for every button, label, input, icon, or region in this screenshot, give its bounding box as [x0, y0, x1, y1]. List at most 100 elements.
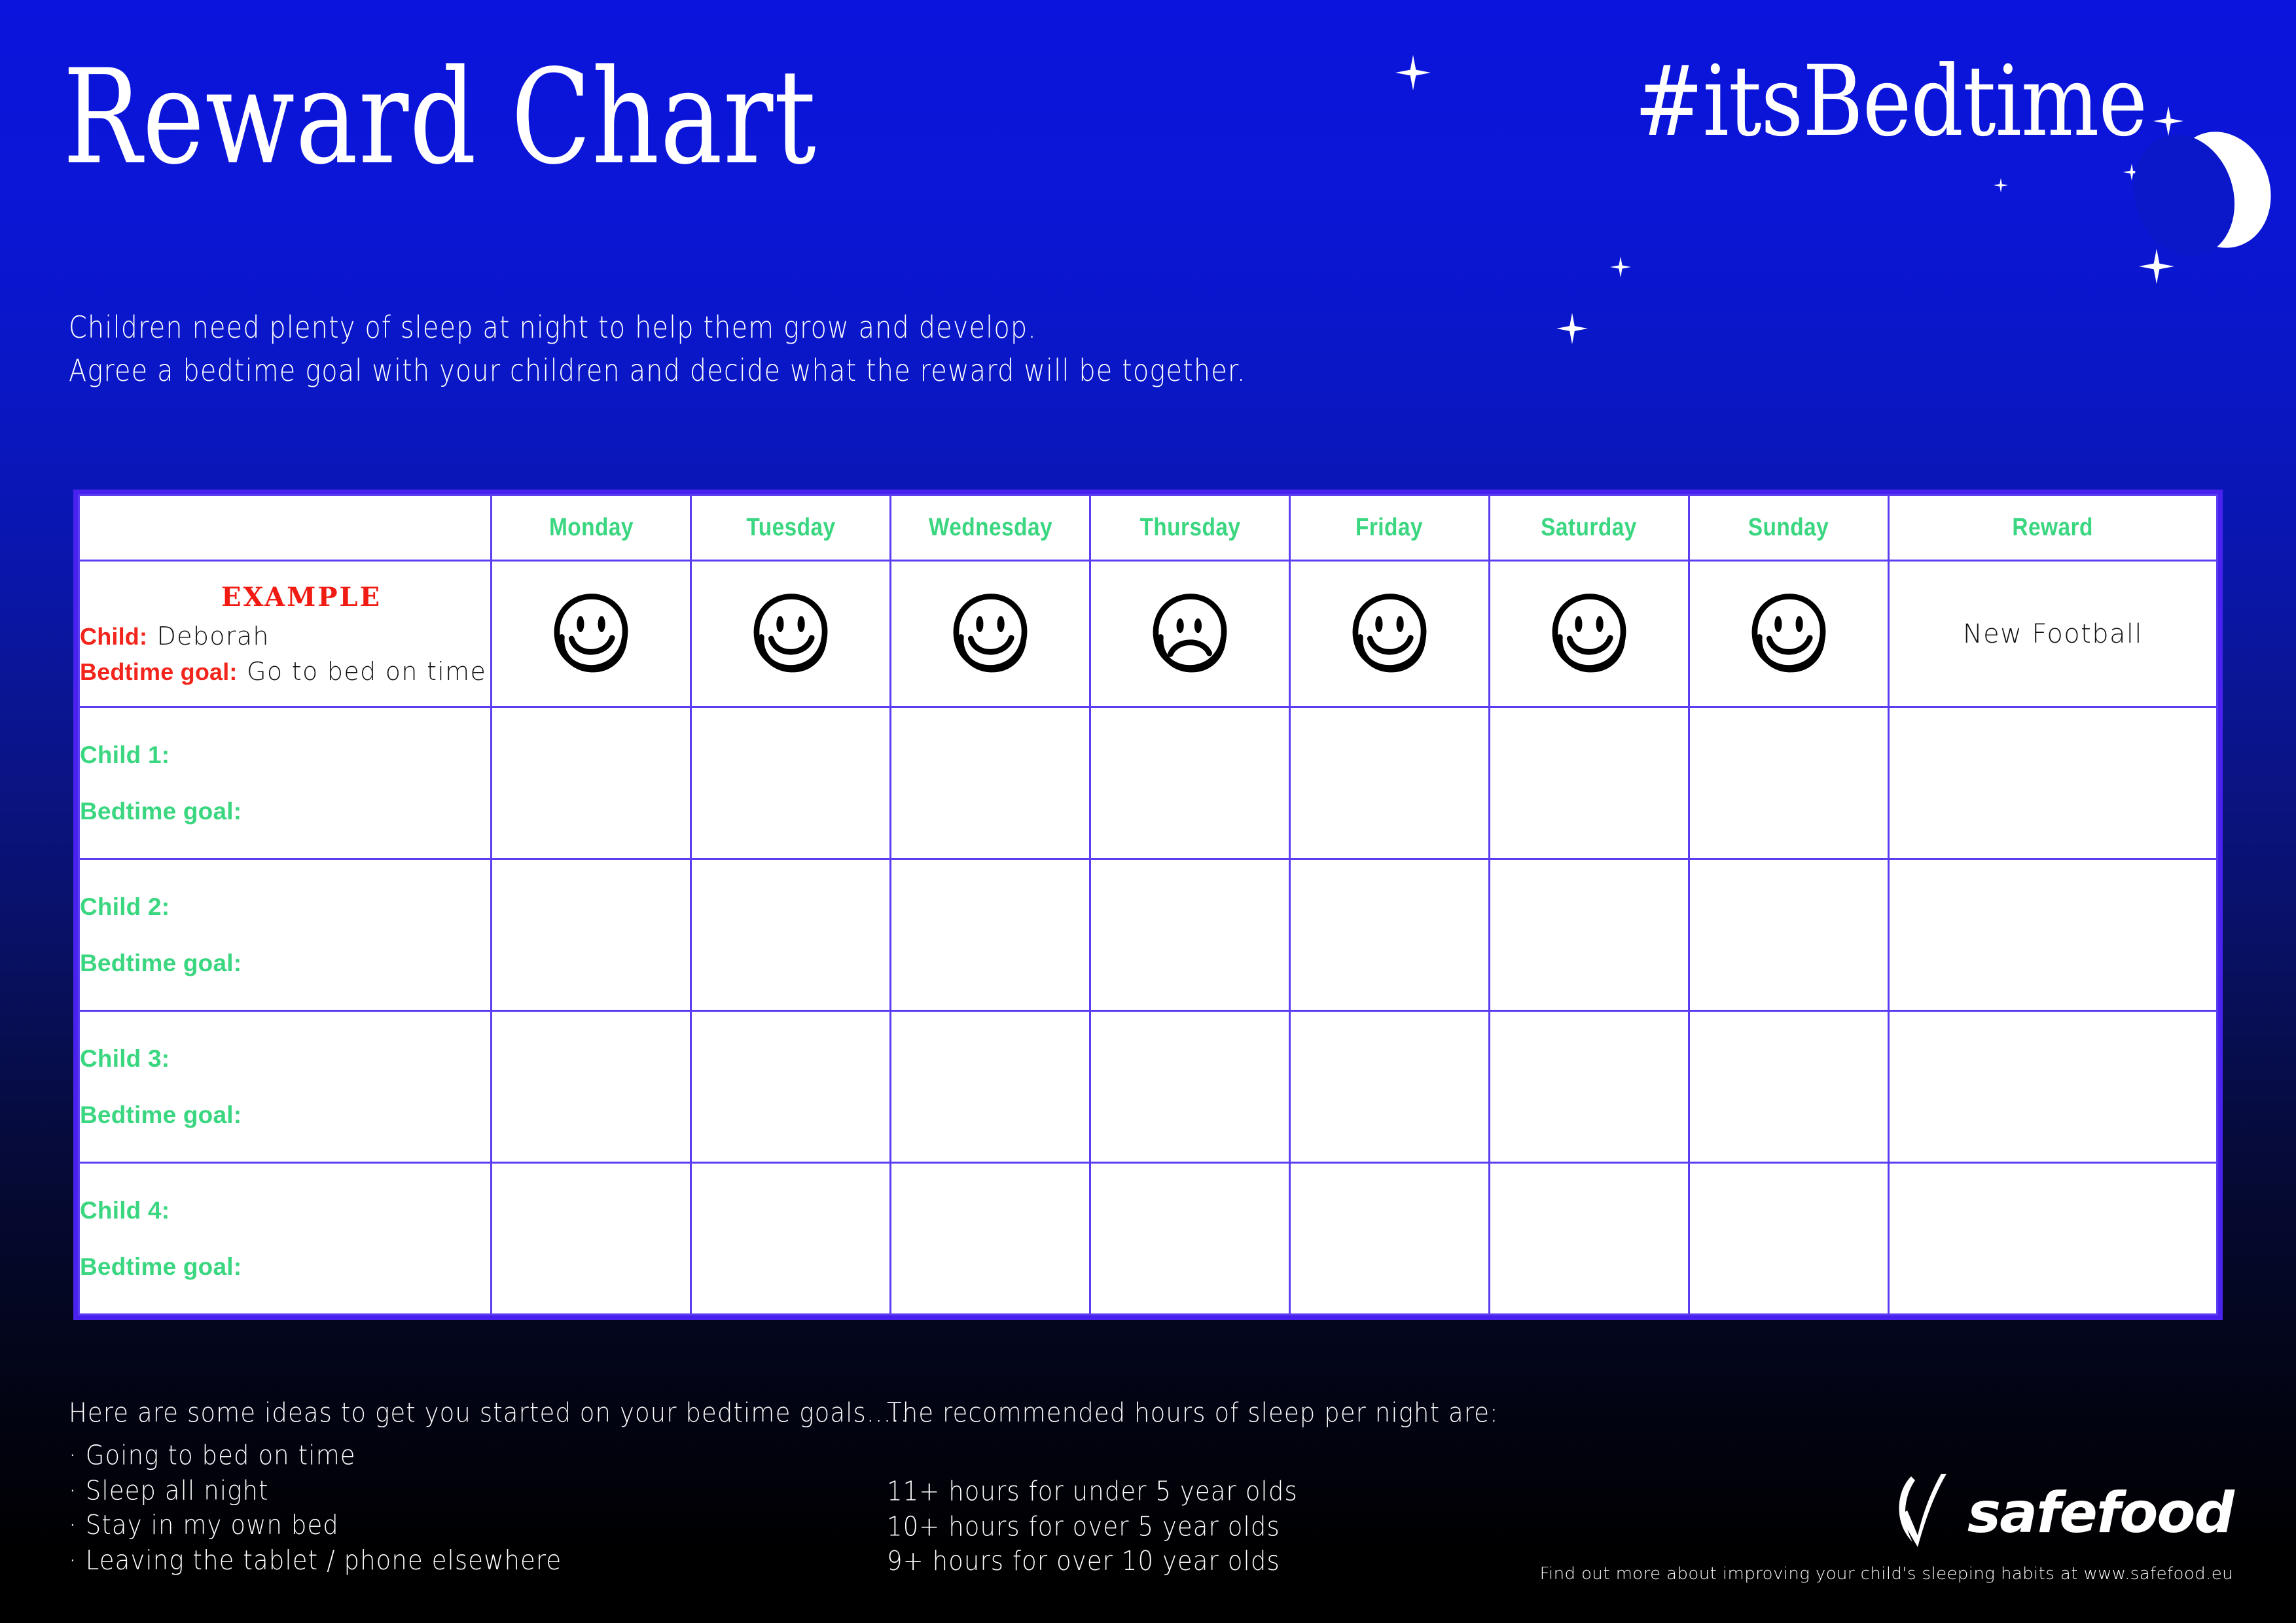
sparkle-star-icon [1395, 55, 1431, 90]
child-3-label: Child 3: [80, 1044, 170, 1072]
child-2-info-cell[interactable]: Child 2: Bedtime goal: [77, 858, 493, 1012]
child-4-cell-wednesday[interactable] [889, 1162, 1092, 1315]
child-2-cell-sunday[interactable] [1687, 858, 1890, 1012]
child-3-cell-wednesday[interactable] [889, 1010, 1092, 1164]
header-tuesday: Tuesday [702, 494, 880, 562]
list-item: Sleep all night [69, 1473, 908, 1508]
reward-table: Monday Tuesday Wednesday Thursday Friday… [73, 490, 2223, 1320]
example-cell-thursday[interactable] [1089, 560, 1291, 708]
child-4-cell-thursday[interactable] [1089, 1162, 1291, 1315]
child-2-label: Child 2: [80, 893, 170, 920]
child-4-cell-saturday[interactable] [1488, 1162, 1690, 1315]
example-goal-value: Go to bed on time [247, 657, 487, 686]
child-3-goal-label: Bedtime goal: [80, 1101, 242, 1128]
child-1-cell-wednesday[interactable] [889, 706, 1092, 860]
intro-line-2: Agree a bedtime goal with your children … [69, 353, 1246, 389]
header-monday: Monday [502, 494, 680, 562]
example-child-line: Child: Deborah [80, 622, 490, 651]
example-goal-line: Bedtime goal: Go to bed on time [80, 658, 490, 686]
child-1-goal-label: Bedtime goal: [80, 797, 242, 825]
example-reward-cell[interactable]: New Football [1887, 560, 2219, 708]
child-4-cell-friday[interactable] [1288, 1162, 1490, 1315]
child-1-info-cell[interactable]: Child 1: Bedtime goal: [77, 706, 493, 860]
header-sunday: Sunday [1700, 494, 1878, 562]
header-blank-cell [77, 494, 493, 562]
header-thursday: Thursday [1101, 494, 1279, 562]
sparkle-star-icon [2139, 249, 2174, 284]
child-3-cell-friday[interactable] [1288, 1010, 1490, 1164]
intro-line-1: Children need plenty of sleep at night t… [69, 310, 1037, 346]
child-2-cell-thursday[interactable] [1089, 858, 1291, 1012]
sleep-line-over-5: 10+ hours for over 5 year olds [887, 1510, 1280, 1542]
child-1-reward-cell[interactable] [1887, 706, 2219, 860]
ideas-list: Going to bed on time Sleep all night Sta… [69, 1438, 908, 1579]
child-4-goal-label: Bedtime goal: [80, 1253, 242, 1280]
safefood-logo: safefood [1885, 1472, 2234, 1553]
child-3-reward-cell[interactable] [1887, 1010, 2219, 1164]
safefood-wordmark: safefood [1967, 1480, 2234, 1546]
example-child-value: Deborah [156, 622, 270, 651]
child-3-cell-sunday[interactable] [1687, 1010, 1890, 1164]
list-item: Going to bed on time [69, 1438, 908, 1474]
sparkle-star-icon [1556, 313, 1588, 344]
example-row: EXAMPLE Child: Deborah Bedtime goal: Go … [77, 560, 2219, 708]
table-row: Child 4: Bedtime goal: [77, 1162, 2219, 1315]
sad-face-icon [1149, 592, 1230, 673]
example-goal-label: Bedtime goal: [80, 658, 238, 685]
child-1-cell-saturday[interactable] [1488, 706, 1690, 860]
child-4-cell-monday[interactable] [490, 1162, 692, 1315]
child-4-reward-cell[interactable] [1887, 1162, 2219, 1315]
safefood-footnote: Find out more about improving your child… [1539, 1564, 2233, 1584]
happy-face-icon [1349, 592, 1430, 673]
child-1-cell-sunday[interactable] [1687, 706, 1890, 860]
child-3-cell-saturday[interactable] [1488, 1010, 1690, 1164]
child-1-cell-friday[interactable] [1288, 706, 1490, 860]
child-2-reward-cell[interactable] [1887, 858, 2219, 1012]
child-1-cell-monday[interactable] [490, 706, 692, 860]
child-4-info-cell[interactable]: Child 4: Bedtime goal: [77, 1162, 493, 1315]
header-wednesday: Wednesday [901, 494, 1079, 562]
happy-face-icon [550, 592, 632, 673]
example-cell-wednesday[interactable] [889, 560, 1092, 708]
sparkle-star-icon [2153, 106, 2183, 136]
child-2-cell-tuesday[interactable] [690, 858, 892, 1012]
intro-text: Children need plenty of sleep at night t… [69, 306, 1246, 393]
sleep-lead: The recommended hours of sleep per night… [887, 1397, 1499, 1429]
reward-chart-poster: Reward Chart #itsBedtime Children need p… [0, 0, 2296, 1623]
list-item: Leaving the tablet / phone elsewhere [69, 1544, 908, 1579]
child-2-goal-label: Bedtime goal: [80, 949, 242, 976]
child-3-cell-tuesday[interactable] [690, 1010, 892, 1164]
child-2-cell-wednesday[interactable] [889, 858, 1092, 1012]
child-2-cell-saturday[interactable] [1488, 858, 1690, 1012]
child-3-cell-monday[interactable] [490, 1010, 692, 1164]
happy-face-icon [750, 592, 831, 673]
child-1-cell-thursday[interactable] [1089, 706, 1291, 860]
child-3-cell-thursday[interactable] [1089, 1010, 1291, 1164]
ideas-lead: Here are some ideas to get you started o… [69, 1397, 909, 1429]
child-2-cell-monday[interactable] [490, 858, 692, 1012]
list-item: Stay in my own bed [69, 1508, 908, 1544]
bedtime-goal-ideas: Here are some ideas to get you started o… [69, 1396, 908, 1579]
campaign-hashtag: #itsBedtime [1634, 45, 2147, 158]
child-2-cell-friday[interactable] [1288, 858, 1490, 1012]
example-cell-tuesday[interactable] [690, 560, 892, 708]
example-child-label: Child: [80, 623, 148, 651]
table-header-row: Monday Tuesday Wednesday Thursday Friday… [77, 494, 2217, 562]
example-cell-monday[interactable] [490, 560, 692, 708]
page-title: Reward Chart [63, 41, 817, 194]
sleep-line-under-5: 11+ hours for under 5 year olds [887, 1475, 1298, 1507]
child-3-info-cell[interactable]: Child 3: Bedtime goal: [77, 1010, 493, 1164]
example-cell-friday[interactable] [1288, 560, 1490, 708]
example-info-cell: EXAMPLE Child: Deborah Bedtime goal: Go … [77, 560, 493, 708]
sparkle-star-icon [1610, 257, 1631, 277]
example-cell-sunday[interactable] [1687, 560, 1890, 708]
sleep-line-over-10: 9+ hours for over 10 year olds [887, 1546, 1280, 1577]
child-4-cell-sunday[interactable] [1687, 1162, 1890, 1315]
child-4-cell-tuesday[interactable] [690, 1162, 892, 1315]
table-row: Child 1: Bedtime goal: [77, 706, 2219, 860]
example-cell-saturday[interactable] [1488, 560, 1690, 708]
happy-face-icon [1748, 592, 1829, 673]
child-1-cell-tuesday[interactable] [690, 706, 892, 860]
example-badge: EXAMPLE [221, 582, 382, 613]
header-saturday: Saturday [1500, 494, 1678, 562]
